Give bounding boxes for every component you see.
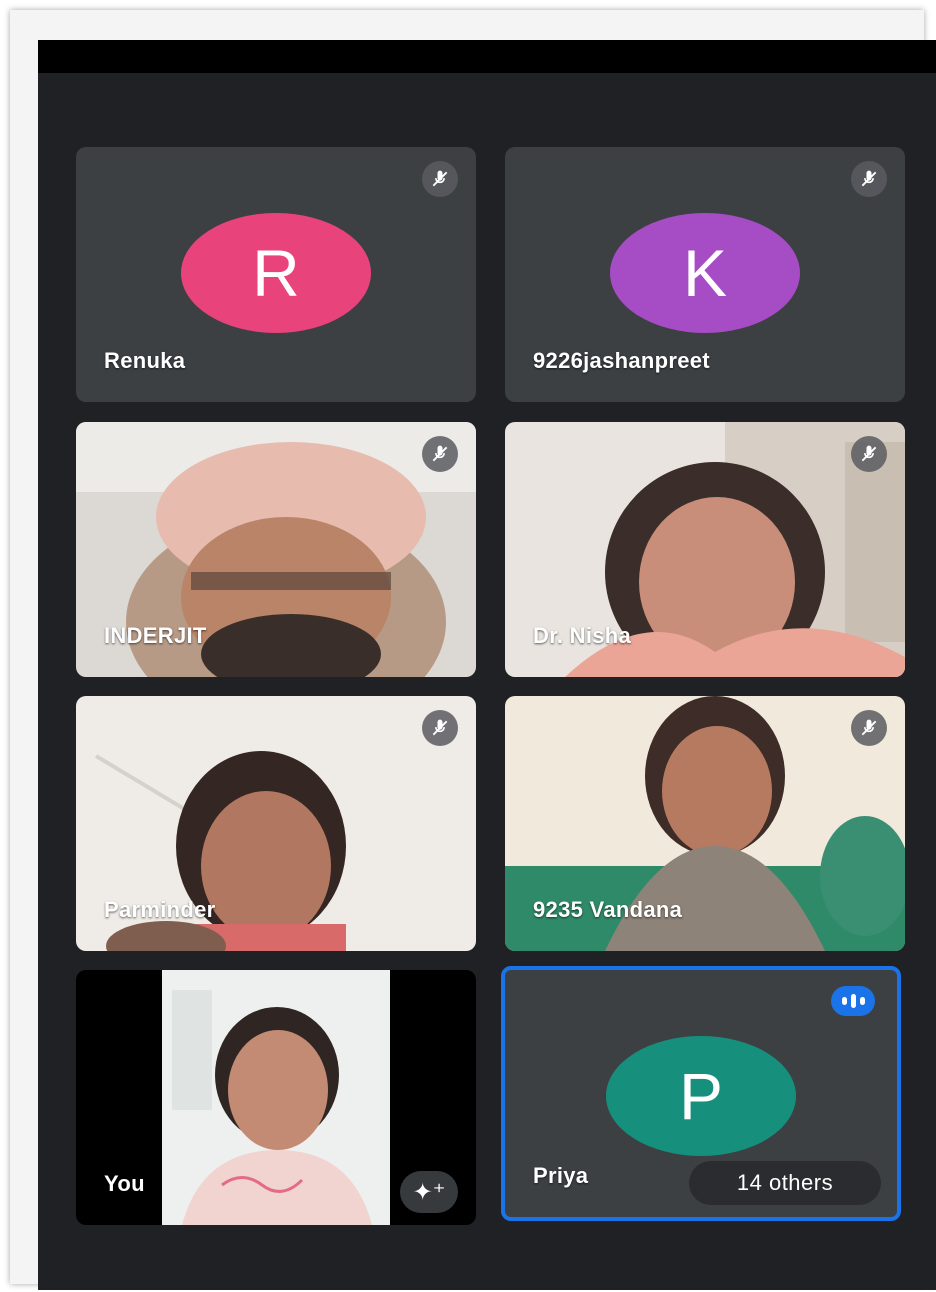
meeting-screen: R Renuka K 9226jashanpreet INDERJIT Dr. …: [38, 40, 936, 1290]
screenshot-frame: R Renuka K 9226jashanpreet INDERJIT Dr. …: [10, 10, 936, 1290]
participant-tile-inderjit[interactable]: INDERJIT: [76, 422, 476, 677]
participant-tile-renuka[interactable]: R Renuka: [76, 147, 476, 402]
visual-effects-button[interactable]: ✦⁺: [400, 1171, 458, 1213]
participant-name: INDERJIT: [104, 623, 207, 648]
participant-name: Renuka: [104, 348, 186, 373]
avatar: K: [610, 213, 800, 333]
avatar-initial: P: [678, 1059, 724, 1133]
self-video-feed: [162, 970, 390, 1225]
mic-muted-icon: [422, 161, 458, 197]
status-bar: [38, 40, 936, 73]
avatar-initial: K: [682, 236, 728, 310]
avatar-initial: R: [252, 236, 300, 310]
others-button[interactable]: 14 others: [689, 1161, 881, 1205]
mic-muted-icon: [851, 436, 887, 472]
mic-muted-icon: [422, 710, 458, 746]
participant-tile-jashanpreet[interactable]: K 9226jashanpreet: [505, 147, 905, 402]
participant-tile-self[interactable]: You ✦⁺: [76, 970, 476, 1225]
participant-name: Dr. Nisha: [533, 623, 632, 648]
participant-name: 9235 Vandana: [533, 897, 683, 922]
participant-tile-dr-nisha[interactable]: Dr. Nisha: [505, 422, 905, 677]
mic-muted-icon: [851, 161, 887, 197]
participant-tile-vandana[interactable]: 9235 Vandana: [505, 696, 905, 951]
sparkle-icon: ✦⁺: [412, 1178, 446, 1206]
participant-tile-priya[interactable]: P Priya 14 others: [501, 966, 901, 1221]
participant-name: 9226jashanpreet: [533, 348, 710, 373]
speaking-indicator-icon: [831, 986, 875, 1016]
participant-tile-parminder[interactable]: Parminder: [76, 696, 476, 951]
participant-name: You: [104, 1171, 145, 1196]
avatar: P: [606, 1036, 796, 1156]
avatar: R: [181, 213, 371, 333]
mic-muted-icon: [851, 710, 887, 746]
mic-muted-icon: [422, 436, 458, 472]
participant-name: Priya: [533, 1163, 589, 1188]
participant-name: Parminder: [104, 897, 216, 922]
